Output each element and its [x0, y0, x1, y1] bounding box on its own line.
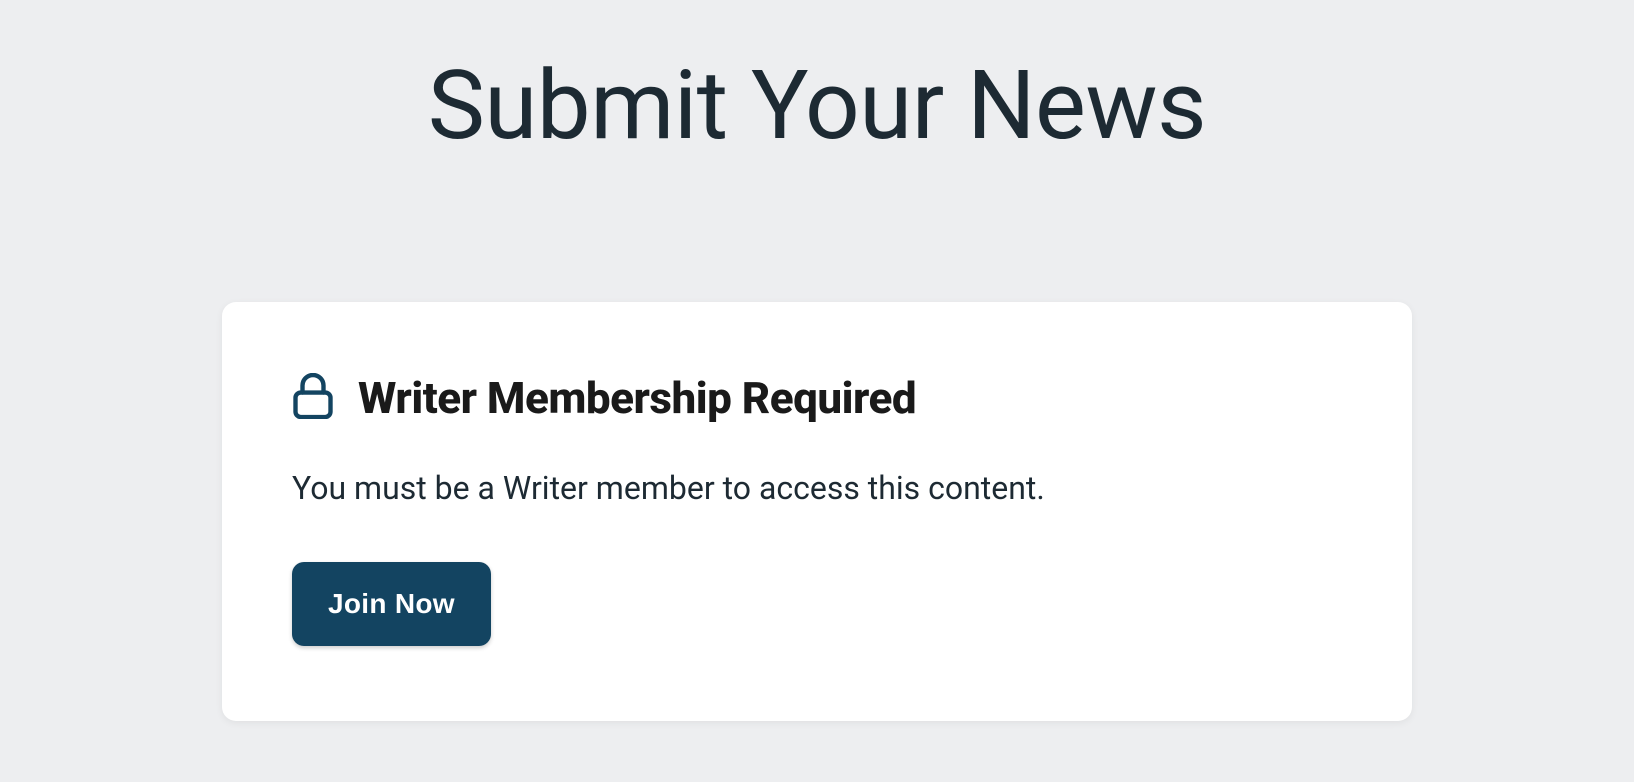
card-description: You must be a Writer member to access th…: [292, 469, 1342, 507]
membership-card: Writer Membership Required You must be a…: [222, 302, 1412, 721]
lock-icon: [292, 373, 334, 423]
join-now-button[interactable]: Join Now: [292, 562, 491, 646]
card-header: Writer Membership Required: [292, 372, 1342, 424]
card-title: Writer Membership Required: [358, 372, 916, 424]
page-title: Submit Your News: [20, 50, 1614, 162]
